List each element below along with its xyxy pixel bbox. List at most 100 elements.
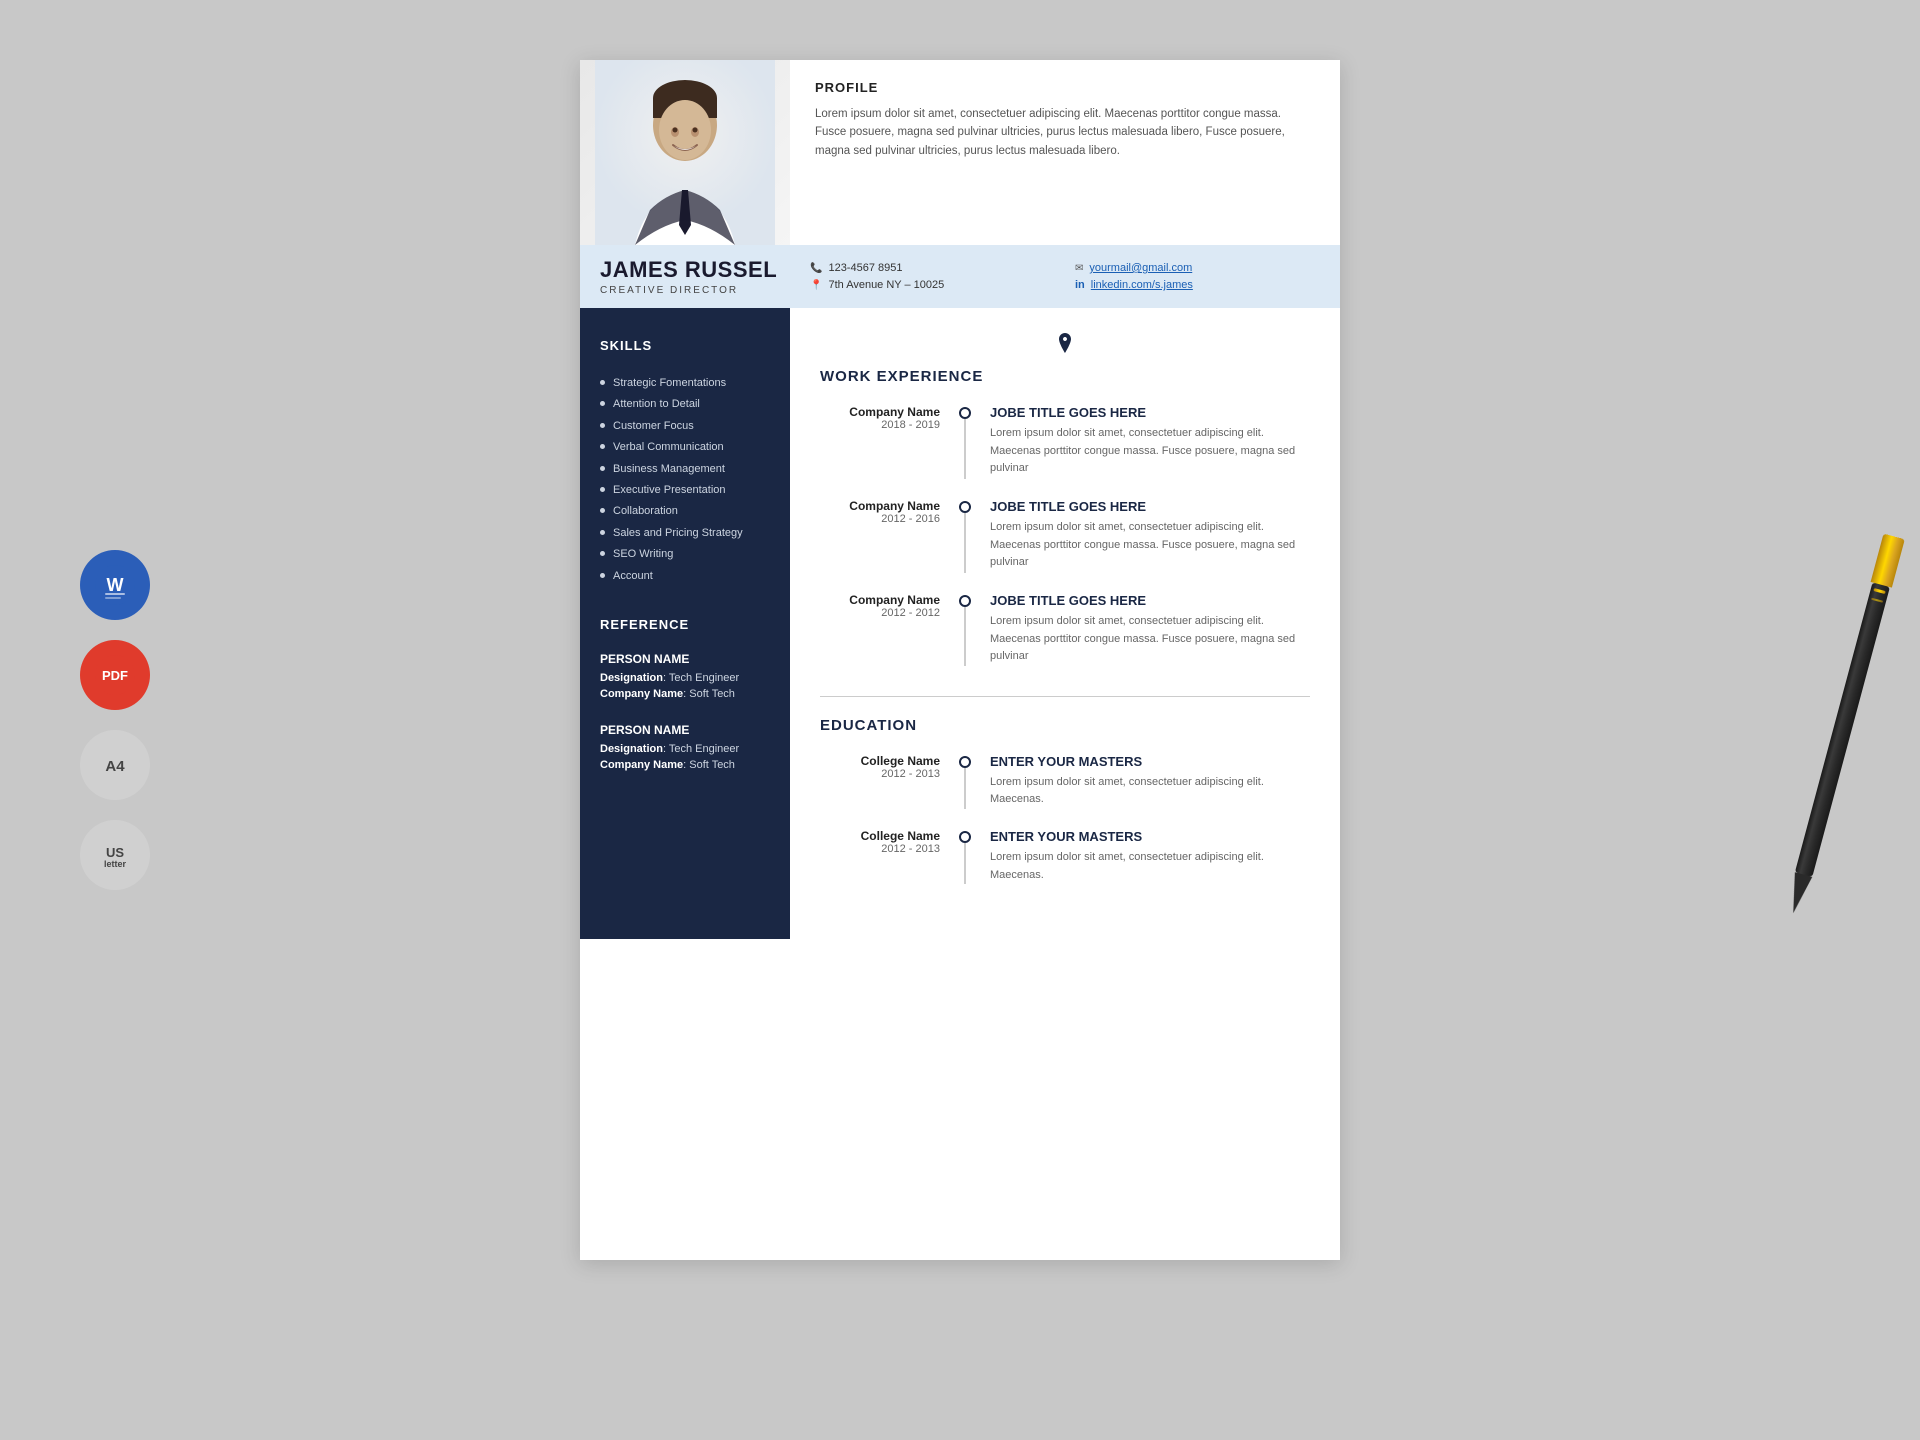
resume-card: PROFILE Lorem ipsum dolor sit amet, cons… xyxy=(580,60,1340,1260)
a4-icon[interactable]: A4 xyxy=(80,730,150,800)
side-icons-panel: W PDF A4 US letter xyxy=(80,550,150,890)
person-title: CREATIVE DIRECTOR xyxy=(600,285,790,296)
svg-text:A4: A4 xyxy=(105,758,125,775)
timeline-dot-area-2 xyxy=(950,499,980,573)
degree-title-2: ENTER YOUR MASTERS xyxy=(990,829,1310,844)
company-date-3: 2012 - 2012 xyxy=(820,607,940,619)
reference-section-title: REFERENCE xyxy=(600,617,770,637)
svg-text:W: W xyxy=(107,575,124,595)
profile-title: PROFILE xyxy=(815,80,1315,95)
timeline-line-3 xyxy=(964,607,966,666)
edu-desc-1: Lorem ipsum dolor sit amet, consectetuer… xyxy=(990,774,1310,809)
name-bar: JAMES RUSSEL CREATIVE DIRECTOR 📞 123-456… xyxy=(580,245,1340,308)
contact-section: 📞 123-4567 8951 ✉ yourmail@gmail.com 📍 7… xyxy=(790,262,1320,291)
timeline-right-2: JOBE TITLE GOES HERE Lorem ipsum dolor s… xyxy=(980,499,1310,573)
contact-address: 📍 7th Avenue NY – 10025 xyxy=(810,279,1055,291)
timeline-left-1: Company Name 2018 - 2019 xyxy=(820,405,950,479)
bullet-icon xyxy=(600,444,605,449)
phone-icon: 📞 xyxy=(810,263,822,274)
skill-label: Collaboration xyxy=(613,504,678,519)
degree-title-1: ENTER YOUR MASTERS xyxy=(990,754,1310,769)
skill-item: Collaboration xyxy=(600,501,770,522)
job-desc-3: Lorem ipsum dolor sit amet, consectetuer… xyxy=(990,613,1310,666)
edu-dot-2 xyxy=(959,831,971,843)
skill-label: Account xyxy=(613,569,653,584)
reference-section: REFERENCE PERSON NAME Designation: Tech … xyxy=(600,617,770,774)
company-value-1: Soft Tech xyxy=(689,688,735,700)
skill-label: Sales and Pricing Strategy xyxy=(613,526,743,541)
college-name-2: College Name xyxy=(820,829,940,843)
bullet-icon xyxy=(600,466,605,471)
company-value-2: Soft Tech xyxy=(689,759,735,771)
timeline-left-3: Company Name 2012 - 2012 xyxy=(820,593,950,666)
pin-icon xyxy=(820,333,1310,358)
job-desc-2: Lorem ipsum dolor sit amet, consectetuer… xyxy=(990,519,1310,572)
skills-section-title: SKILLS xyxy=(600,338,770,358)
company-label-1: Company Name xyxy=(600,688,683,700)
edu-dot-area-2 xyxy=(950,829,980,884)
work-experience-title: WORK EXPERIENCE xyxy=(820,368,1310,385)
designation-label-1: Designation xyxy=(600,672,663,684)
timeline-line-1 xyxy=(964,419,966,479)
phone-number: 123-4567 8951 xyxy=(828,262,902,274)
bullet-icon xyxy=(600,401,605,406)
edu-right-1: ENTER YOUR MASTERS Lorem ipsum dolor sit… xyxy=(980,754,1310,809)
skill-item: Strategic Fomentations xyxy=(600,373,770,394)
edu-date-2: 2012 - 2013 xyxy=(820,843,940,855)
job-title-3: JOBE TITLE GOES HERE xyxy=(990,593,1310,608)
edu-left-1: College Name 2012 - 2013 xyxy=(820,754,950,809)
bullet-icon xyxy=(600,487,605,492)
edu-date-1: 2012 - 2013 xyxy=(820,768,940,780)
edu-right-2: ENTER YOUR MASTERS Lorem ipsum dolor sit… xyxy=(980,829,1310,884)
company-name-2: Company Name xyxy=(820,499,940,513)
timeline-line-2 xyxy=(964,513,966,573)
pen-decoration xyxy=(1781,533,1908,908)
ref-name-1: PERSON NAME xyxy=(600,652,770,666)
designation-label-2: Designation xyxy=(600,743,663,755)
edu-line-2 xyxy=(964,843,966,884)
bullet-icon xyxy=(600,423,605,428)
main-body: SKILLS Strategic Fomentations Attention … xyxy=(580,308,1340,939)
skill-item: Customer Focus xyxy=(600,416,770,437)
skill-item: Account xyxy=(600,566,770,587)
edu-dot-1 xyxy=(959,756,971,768)
timeline-dot-area-1 xyxy=(950,405,980,479)
pdf-icon[interactable]: PDF xyxy=(80,640,150,710)
header-photo xyxy=(580,60,790,245)
email-address: yourmail@gmail.com xyxy=(1089,262,1192,274)
skill-item: Verbal Communication xyxy=(600,437,770,458)
profile-text: Lorem ipsum dolor sit amet, consectetuer… xyxy=(815,105,1315,160)
work-item-3: Company Name 2012 - 2012 JOBE TITLE GOES… xyxy=(820,593,1310,666)
job-desc-1: Lorem ipsum dolor sit amet, consectetuer… xyxy=(990,425,1310,478)
us-letter-icon[interactable]: US letter xyxy=(80,820,150,890)
ref-name-2: PERSON NAME xyxy=(600,723,770,737)
edu-desc-2: Lorem ipsum dolor sit amet, consectetuer… xyxy=(990,849,1310,884)
education-timeline: College Name 2012 - 2013 ENTER YOUR MAST… xyxy=(820,754,1310,884)
timeline-dot-1 xyxy=(959,407,971,419)
skill-item: Sales and Pricing Strategy xyxy=(600,523,770,544)
sidebar: SKILLS Strategic Fomentations Attention … xyxy=(580,308,790,939)
skill-item: SEO Writing xyxy=(600,544,770,565)
timeline-dot-2 xyxy=(959,501,971,513)
contact-linkedin: in linkedin.com/s.james xyxy=(1075,279,1320,291)
education-title: EDUCATION xyxy=(820,717,1310,734)
word-icon[interactable]: W xyxy=(80,550,150,620)
job-title-1: JOBE TITLE GOES HERE xyxy=(990,405,1310,420)
skill-label: Customer Focus xyxy=(613,419,694,434)
linkedin-icon: in xyxy=(1075,279,1085,291)
company-label-2: Company Name xyxy=(600,759,683,771)
designation-value-2: Tech Engineer xyxy=(669,743,739,755)
svg-text:PDF: PDF xyxy=(102,668,128,683)
work-item-1: Company Name 2018 - 2019 JOBE TITLE GOES… xyxy=(820,405,1310,479)
bullet-icon xyxy=(600,380,605,385)
ref-detail-2: Designation: Tech Engineer xyxy=(600,741,770,758)
edu-line-1 xyxy=(964,768,966,809)
skill-label: SEO Writing xyxy=(613,547,673,562)
company-name-3: Company Name xyxy=(820,593,940,607)
section-divider xyxy=(820,696,1310,697)
skill-label: Attention to Detail xyxy=(613,397,700,412)
header-profile-section: PROFILE Lorem ipsum dolor sit amet, cons… xyxy=(790,60,1340,245)
email-icon: ✉ xyxy=(1075,263,1083,274)
timeline-left-2: Company Name 2012 - 2016 xyxy=(820,499,950,573)
timeline-right-1: JOBE TITLE GOES HERE Lorem ipsum dolor s… xyxy=(980,405,1310,479)
